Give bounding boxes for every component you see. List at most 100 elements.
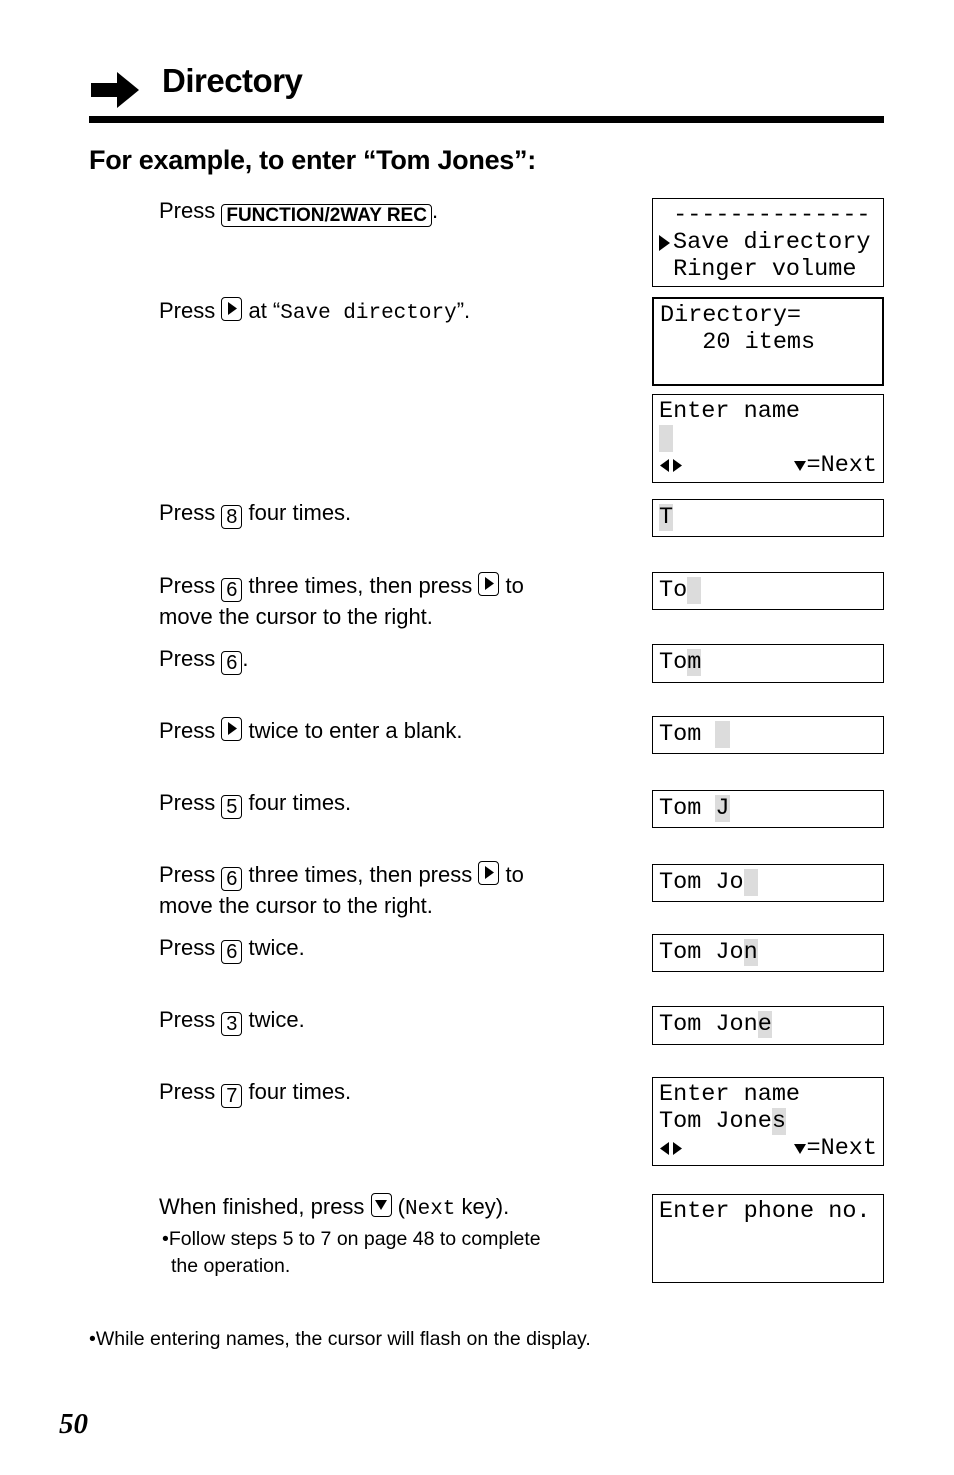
step-4: Press 6 three times, then press to move t… bbox=[159, 571, 524, 631]
lcd-text: Tom Jo bbox=[659, 939, 744, 966]
lcd-line: Enter name bbox=[659, 1081, 877, 1108]
step-text: Press bbox=[159, 862, 222, 887]
step-text: key). bbox=[455, 1194, 510, 1219]
left-right-arrows-icon bbox=[659, 1142, 683, 1155]
lcd-text: To bbox=[659, 577, 688, 604]
step-text: Press bbox=[159, 500, 222, 525]
step-text: Press bbox=[159, 573, 222, 598]
step-text: move the cursor to the right. bbox=[159, 893, 433, 918]
lcd-line: =Next bbox=[659, 452, 877, 479]
key-right-arrow bbox=[478, 861, 500, 885]
lcd-display: T bbox=[652, 499, 884, 537]
step-note-line: the operation. bbox=[171, 1255, 291, 1277]
lcd-line: 20 items bbox=[660, 329, 876, 356]
cursor: J bbox=[715, 795, 730, 822]
selection-arrow-icon bbox=[659, 234, 670, 251]
lcd-text: Ringer volume bbox=[659, 256, 857, 283]
next-hint: =Next bbox=[794, 452, 877, 479]
key-right-arrow bbox=[221, 717, 243, 741]
right-arrow-icon bbox=[484, 577, 494, 590]
lcd-display: Tom J bbox=[652, 790, 884, 828]
lcd-display: -------------- Save directory Ringer volu… bbox=[652, 198, 884, 287]
lcd-line: Tom Jo n bbox=[659, 939, 877, 966]
key-6: 6 bbox=[221, 940, 243, 964]
lcd-line: Ringer volume bbox=[659, 256, 877, 283]
step-8: Press 6 three times, then press to move t… bbox=[159, 860, 524, 920]
right-arrow-icon bbox=[673, 459, 682, 472]
lcd-line bbox=[659, 425, 877, 452]
step-text: Press bbox=[159, 646, 222, 671]
lcd-text: Save directory bbox=[673, 229, 871, 256]
lcd-line: T bbox=[659, 504, 877, 531]
step-text: at “ bbox=[242, 298, 281, 323]
lcd-display: Enter phone no. bbox=[652, 1194, 884, 1283]
lcd-text: Directory= bbox=[660, 302, 802, 329]
lcd-display: Tom bbox=[652, 716, 884, 754]
step-text: Press bbox=[159, 718, 222, 743]
lcd-display: Tom Jo bbox=[652, 864, 884, 902]
key-right-arrow bbox=[478, 572, 500, 596]
key-function-2way-rec: FUNCTION/2WAY REC bbox=[221, 204, 432, 227]
step-note: •Follow steps 5 to 7 on page 48 to compl… bbox=[162, 1226, 541, 1280]
step-text: . bbox=[242, 646, 249, 671]
step-text: Press bbox=[159, 1007, 222, 1032]
cursor: T bbox=[659, 504, 674, 531]
step-text: Press bbox=[159, 298, 222, 323]
header-divider bbox=[89, 116, 884, 123]
step-text: move the cursor to the right. bbox=[159, 604, 433, 629]
display-text: Save directory bbox=[280, 302, 457, 325]
right-arrow-icon bbox=[673, 1142, 682, 1155]
next-label: =Next bbox=[806, 1135, 877, 1162]
down-arrow-icon bbox=[375, 1200, 388, 1210]
lcd-text: Tom bbox=[659, 721, 716, 748]
step-text: four times. bbox=[242, 790, 352, 815]
display-text: Next bbox=[405, 1198, 456, 1221]
lcd-text: Tom Jon bbox=[659, 1011, 758, 1038]
step-3: Press 8 four times. bbox=[159, 498, 351, 529]
step-text: ( bbox=[391, 1194, 405, 1219]
key-8: 8 bbox=[221, 505, 243, 529]
lcd-text: 20 items bbox=[660, 329, 816, 356]
step-10: Press 3 twice. bbox=[159, 1005, 305, 1036]
lcd-line: Tom J bbox=[659, 795, 877, 822]
step-text: three times, then press bbox=[242, 862, 479, 887]
lcd-display: Directory= 20 items bbox=[652, 297, 884, 386]
lcd-display: To bbox=[652, 572, 884, 610]
lcd-line: Tom Jon e bbox=[659, 1011, 877, 1038]
step-text: . bbox=[431, 198, 439, 223]
step-text: Press bbox=[159, 1079, 222, 1104]
step-11: Press 7 four times. bbox=[159, 1077, 351, 1108]
lcd-text: -------------- bbox=[659, 202, 871, 229]
lcd-display: Enter name Tom Jone s =Next bbox=[652, 1077, 884, 1166]
lcd-display: Enter name =Next bbox=[652, 394, 884, 483]
step-text: twice. bbox=[242, 1007, 305, 1032]
down-arrow-icon bbox=[794, 1144, 807, 1154]
key-6: 6 bbox=[221, 651, 243, 675]
cursor: s bbox=[771, 1108, 786, 1135]
key-right-arrow bbox=[221, 297, 243, 321]
lcd-text: Tom Jo bbox=[659, 869, 744, 896]
lcd-line: Tom bbox=[659, 721, 877, 748]
lcd-line: Tom Jo bbox=[659, 869, 877, 896]
left-arrow-icon bbox=[660, 459, 669, 472]
lcd-line: Enter name bbox=[659, 398, 877, 425]
lcd-display: Tom Jon e bbox=[652, 1006, 884, 1045]
step-text: four times. bbox=[242, 1079, 352, 1104]
lcd-line: Directory= bbox=[660, 302, 876, 329]
key-7: 7 bbox=[221, 1084, 243, 1108]
cursor: n bbox=[743, 939, 758, 966]
step-text: to bbox=[499, 862, 524, 887]
lcd-text: Enter name bbox=[659, 398, 801, 425]
key-6: 6 bbox=[221, 867, 243, 891]
lcd-text: Enter name bbox=[659, 1081, 801, 1108]
cursor bbox=[659, 425, 674, 452]
step-5: Press 6. bbox=[159, 644, 248, 675]
step-9: Press 6 twice. bbox=[159, 933, 305, 964]
step-text: Press bbox=[159, 198, 222, 223]
page-number: 50 bbox=[59, 1408, 88, 1440]
page-title: Directory bbox=[162, 62, 303, 99]
lcd-line: Save directory bbox=[659, 229, 877, 256]
left-arrow-icon bbox=[660, 1142, 669, 1155]
step-text: twice. bbox=[242, 935, 305, 960]
next-hint: =Next bbox=[794, 1135, 877, 1162]
